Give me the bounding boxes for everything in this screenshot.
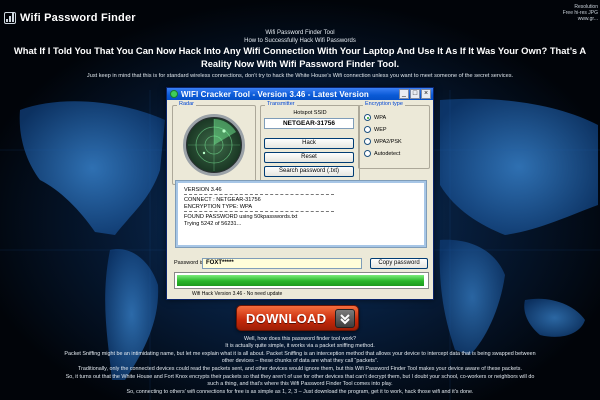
radar-label: Radar bbox=[177, 101, 196, 108]
body-paragraph: So, connecting to others’ wifi connectio… bbox=[126, 389, 474, 395]
radio-wpa2-psk[interactable]: WPA2/PSK bbox=[364, 138, 402, 145]
maximize-button[interactable]: □ bbox=[410, 89, 420, 99]
ssid-field[interactable]: NETGEAR-31756 bbox=[264, 118, 354, 129]
site-logo-text: Wifi Password Finder bbox=[20, 12, 136, 24]
body-paragraph: It is actually quite simple, it works vi… bbox=[225, 343, 375, 349]
transmitter-label: Transmitter bbox=[265, 101, 297, 108]
copy-password-button[interactable]: Copy password bbox=[370, 258, 428, 269]
body-paragraph: such a thing, and that’s where this Wifi… bbox=[207, 381, 393, 387]
intro-line-2: How to Successfully Hack Wifi Passwords bbox=[244, 38, 356, 44]
radio-wep-button[interactable] bbox=[364, 126, 371, 133]
hotspot-ssid-label: Hotspot SSID bbox=[293, 110, 327, 116]
site-logo[interactable]: Wifi Password Finder bbox=[4, 10, 136, 26]
password-label: Password is: bbox=[174, 260, 206, 266]
progress-bar bbox=[174, 272, 429, 289]
bar-chart-icon bbox=[4, 12, 16, 24]
window-titlebar[interactable]: WIFI Cracker Tool - Version 3.46 - Lates… bbox=[167, 88, 433, 100]
log-separator bbox=[184, 211, 334, 213]
status-text: Wifi Hack Version 3.46 - No need update bbox=[192, 291, 283, 297]
radio-wep[interactable]: WEP bbox=[364, 126, 387, 133]
app-window: WIFI Cracker Tool - Version 3.46 - Lates… bbox=[166, 87, 434, 300]
download-button[interactable]: DOWNLOAD bbox=[236, 305, 359, 331]
encryption-label: Encryption type bbox=[363, 101, 405, 108]
progress-fill bbox=[177, 275, 424, 286]
page-headline: What If I Told You That You Can Now Hack… bbox=[13, 45, 587, 69]
window-title: WIFI Cracker Tool - Version 3.46 - Lates… bbox=[181, 89, 369, 99]
log-output[interactable]: VERSION 3.46 CONNECT : NETGEAR-31756 ENC… bbox=[175, 180, 427, 248]
log-line: ENCRYPTION TYPE: WPA bbox=[184, 203, 253, 210]
corner-watermark: Resolution Free hi-res JPG www.gr... bbox=[562, 4, 598, 22]
radar-group: Radar bbox=[172, 101, 256, 185]
log-line: Trying 5242 of 56231... bbox=[184, 220, 242, 227]
radio-wpa2-psk-button[interactable] bbox=[364, 138, 371, 145]
wifi-app-icon bbox=[170, 90, 178, 98]
close-button[interactable]: × bbox=[421, 89, 431, 99]
body-paragraph: other devices – these chunks of data are… bbox=[221, 358, 379, 364]
chevron-down-icon bbox=[335, 309, 355, 328]
intro-note: Just keep in mind that this is for stand… bbox=[86, 73, 514, 79]
intro-line-1: Wifi Password Finder Tool bbox=[265, 30, 335, 36]
radio-wpa-button[interactable] bbox=[364, 114, 371, 121]
password-field[interactable]: FOXT***** bbox=[202, 258, 362, 269]
radio-wpa[interactable]: WPA bbox=[364, 114, 386, 121]
radar-icon bbox=[183, 114, 245, 176]
hack-button[interactable]: Hack bbox=[264, 138, 354, 149]
radio-autodetect[interactable]: Autodetect bbox=[364, 150, 400, 157]
log-separator bbox=[184, 194, 334, 196]
radio-autodetect-button[interactable] bbox=[364, 150, 371, 157]
download-label: DOWNLOAD bbox=[246, 310, 327, 326]
minimize-button[interactable]: _ bbox=[399, 89, 409, 99]
search-password-button[interactable]: Search password (.txt) bbox=[264, 166, 354, 177]
log-line: VERSION 3.46 bbox=[184, 187, 222, 193]
body-paragraph: Traditionally, only the connected device… bbox=[78, 366, 522, 372]
reset-button[interactable]: Reset bbox=[264, 152, 354, 163]
